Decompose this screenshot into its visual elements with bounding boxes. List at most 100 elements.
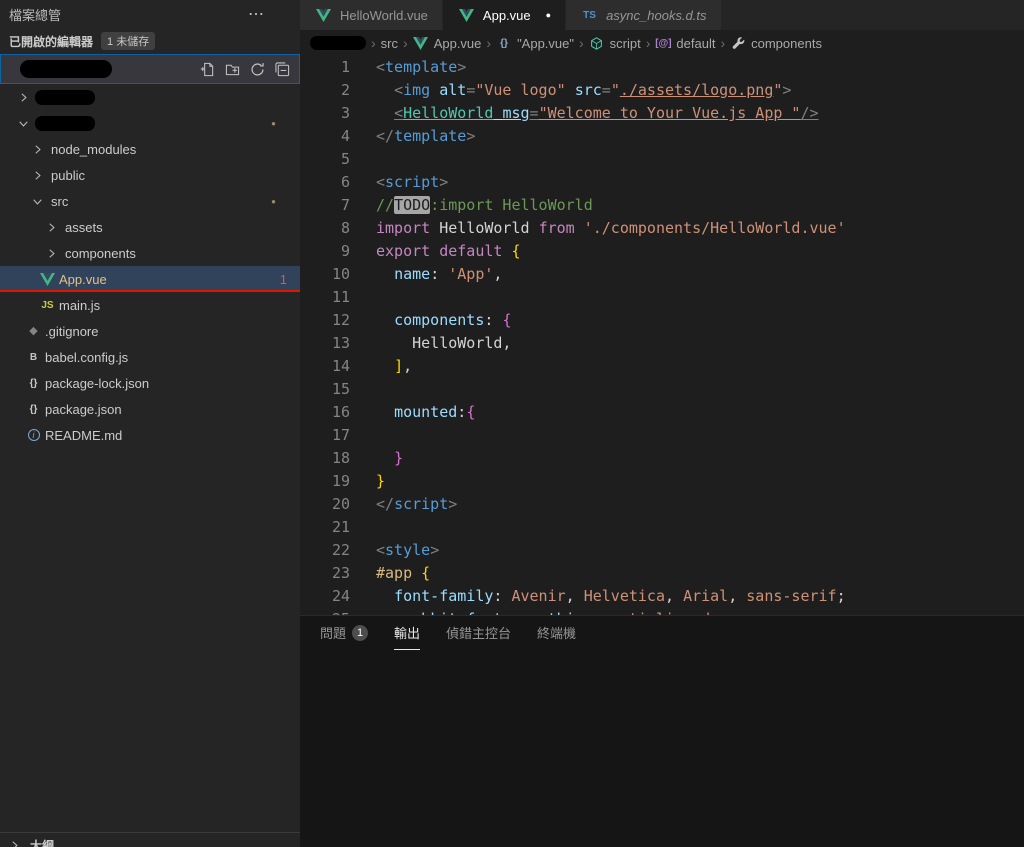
ts-icon: TS xyxy=(583,9,596,21)
editor-tab-App.vue[interactable]: App.vue ● xyxy=(442,0,567,30)
code-line-3[interactable]: 3 <HelloWorld msg="Welcome to Your Vue.j… xyxy=(300,102,1024,125)
tree-item-label: package.json xyxy=(45,401,122,417)
breadcrumb-item-default[interactable]: [@] default xyxy=(655,36,715,51)
tree-item-package-lock.json[interactable]: {} package-lock.json xyxy=(0,370,300,396)
code-line-8[interactable]: 8 import HelloWorld from './components/He… xyxy=(300,217,1024,240)
explorer-sidebar: 檔案總管 ⋯ 已開啟的編輯器 1 未儲存 ● node_modules public… xyxy=(0,0,300,847)
code-line-16[interactable]: 16 mounted:{ xyxy=(300,401,1024,424)
panel-tab-終端機[interactable]: 終端機 xyxy=(537,616,576,650)
breadcrumb-item-App.vue[interactable]: {} "App.vue" xyxy=(496,36,574,51)
code-line-23[interactable]: 23 #app { xyxy=(300,562,1024,585)
code-line-4[interactable]: 4 </template> xyxy=(300,125,1024,148)
breadcrumb-item-redacted[interactable] xyxy=(310,36,366,50)
line-number: 18 xyxy=(331,449,350,467)
line-content: font-family: Avenir, Helvetica, Arial, s… xyxy=(394,587,846,605)
tree-item-package.json[interactable]: {} package.json xyxy=(0,396,300,422)
code-line-24[interactable]: 24 font-family: Avenir, Helvetica, Arial… xyxy=(300,585,1024,608)
tab-label: async_hooks.d.ts xyxy=(606,7,707,23)
code-line-22[interactable]: 22 <style> xyxy=(300,539,1024,562)
new-folder-icon[interactable] xyxy=(224,62,240,77)
open-editors-label: 已開啟的編輯器 xyxy=(9,34,94,49)
chevron-down-icon xyxy=(18,118,35,129)
tree-item-public[interactable]: public xyxy=(0,162,300,188)
panel-tab-偵錯主控台[interactable]: 偵錯主控台 xyxy=(446,616,511,650)
panel-tab-問題[interactable]: 問題 1 xyxy=(320,616,369,650)
breadcrumb-item-script[interactable]: script xyxy=(589,36,641,51)
line-number: 1 xyxy=(340,58,350,76)
open-editors-header[interactable]: 已開啟的編輯器 1 未儲存 xyxy=(0,28,300,54)
code-line-9[interactable]: 9 export default { xyxy=(300,240,1024,263)
panel-tab-輸出[interactable]: 輸出 xyxy=(394,616,421,650)
code-line-20[interactable]: 20 </script> xyxy=(300,493,1024,516)
chevron-right-icon xyxy=(9,840,26,847)
line-content: } xyxy=(394,449,404,467)
outline-section-header[interactable]: 大綱 xyxy=(0,832,300,847)
chevron-right-icon xyxy=(18,92,35,103)
error-count-badge: 1 xyxy=(279,271,287,287)
tree-item-redacted-1[interactable]: ● xyxy=(0,110,300,136)
explorer-title: 檔案總管 xyxy=(9,7,62,23)
code-line-5[interactable]: 5 xyxy=(300,148,1024,171)
refresh-icon[interactable] xyxy=(249,62,265,77)
panel-output-body xyxy=(300,650,1024,847)
breadcrumb-item-components[interactable]: components xyxy=(730,36,822,51)
code-line-21[interactable]: 21 xyxy=(300,516,1024,539)
vue-icon xyxy=(38,272,57,286)
tree-item-App.vue[interactable]: App.vue 1 xyxy=(0,266,300,292)
code-line-13[interactable]: 13 HelloWorld, xyxy=(300,332,1024,355)
chevron-right-icon xyxy=(46,248,63,259)
vue-icon xyxy=(413,36,429,50)
code-line-10[interactable]: 10 name: 'App', xyxy=(300,263,1024,286)
collapse-all-icon[interactable] xyxy=(274,61,290,77)
editor-tab-HelloWorld.vue[interactable]: HelloWorld.vue xyxy=(300,0,443,30)
breadcrumb-label: App.vue xyxy=(433,35,482,51)
line-number: 25 xyxy=(300,608,350,615)
code-line-14[interactable]: 14 ], xyxy=(300,355,1024,378)
line-number: 5 xyxy=(340,150,350,168)
line-content: import HelloWorld from './components/Hel… xyxy=(376,219,846,237)
tree-item-assets[interactable]: assets xyxy=(0,214,300,240)
code-line-18[interactable]: 18 } xyxy=(300,447,1024,470)
tree-item-components[interactable]: components xyxy=(0,240,300,266)
tree-item-node_modules[interactable]: node_modules xyxy=(0,136,300,162)
code-line-1[interactable]: 1 <template> xyxy=(300,56,1024,79)
tree-item-src[interactable]: src ● xyxy=(0,188,300,214)
breadcrumb-item-src[interactable]: src xyxy=(381,36,398,51)
tree-item-README.md[interactable]: i README.md xyxy=(0,422,300,448)
tree-item-label: .gitignore xyxy=(45,323,99,339)
code-line-2[interactable]: 2 <img alt="Vue logo" src="./assets/logo… xyxy=(300,79,1024,102)
code-line-25[interactable]: 25 -webkit-font-smoothing: antialiased; xyxy=(300,608,1024,615)
outline-label: 大綱 xyxy=(30,839,55,847)
redacted-label xyxy=(35,89,95,105)
vscode-window: 檔案總管 ⋯ 已開啟的編輯器 1 未儲存 ● node_modules public… xyxy=(0,0,1024,847)
code-line-12[interactable]: 12 components: { xyxy=(300,309,1024,332)
code-editor[interactable]: 1 <template> 2 <img alt="Vue logo" src="./… xyxy=(300,56,1024,615)
code-line-15[interactable]: 15 xyxy=(300,378,1024,401)
more-actions-icon[interactable]: ⋯ xyxy=(248,4,266,24)
breadcrumb-item-App.vue[interactable]: App.vue xyxy=(413,35,482,51)
tree-item-redacted-0[interactable] xyxy=(0,84,300,110)
line-number: 10 xyxy=(331,265,350,283)
explorer-actions xyxy=(199,61,290,77)
unsaved-dot-icon[interactable]: ● xyxy=(546,10,551,20)
code-line-19[interactable]: 19} xyxy=(300,470,1024,493)
tree-item-label: main.js xyxy=(59,297,101,313)
vue-icon xyxy=(314,8,333,22)
workspace-header[interactable] xyxy=(0,54,300,84)
code-line-17[interactable]: 17 xyxy=(300,424,1024,447)
code-line-11[interactable]: 11 xyxy=(300,286,1024,309)
breadcrumb-separator-icon: › xyxy=(645,35,651,51)
tree-item-.gitignore[interactable]: ◆ .gitignore xyxy=(0,318,300,344)
tree-item-babel.config.js[interactable]: Bbabel.config.js xyxy=(0,344,300,370)
editor-tab-async_hooks.d.ts[interactable]: TS async_hooks.d.ts xyxy=(566,0,722,30)
new-file-icon[interactable] xyxy=(199,62,215,77)
panel-tab-label: 偵錯主控台 xyxy=(446,626,512,641)
code-line-6[interactable]: 6 <script> xyxy=(300,171,1024,194)
tree-item-main.js[interactable]: JS main.js xyxy=(0,292,300,318)
line-number: 11 xyxy=(331,288,350,306)
line-content: <HelloWorld msg="Welcome to Your Vue.js … xyxy=(394,104,819,122)
line-content: export default { xyxy=(376,242,521,260)
tree-item-label: README.md xyxy=(45,427,123,443)
code-line-7[interactable]: 7 //TODO:import HelloWorld xyxy=(300,194,1024,217)
panel-tab-bar: 問題 1 輸出 偵錯主控台 終端機 xyxy=(300,616,1024,650)
